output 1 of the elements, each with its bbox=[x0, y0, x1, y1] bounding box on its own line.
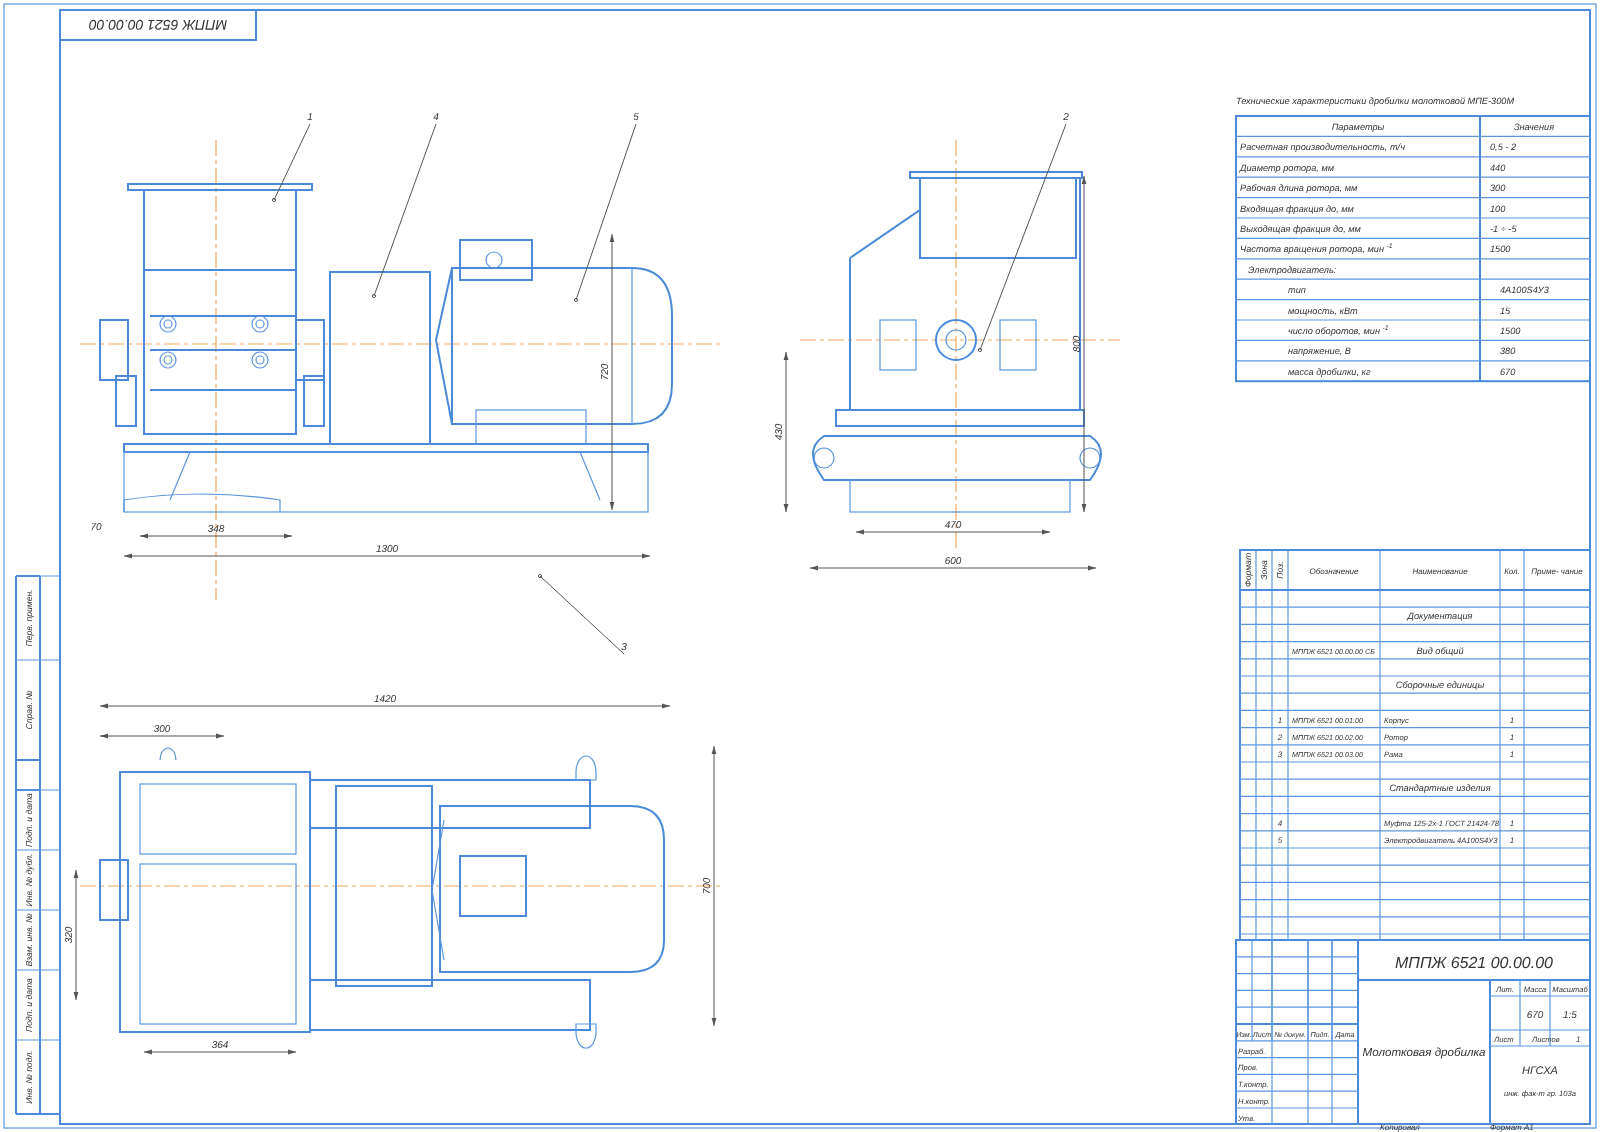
drawing-number: МППЖ 6521 00.00.00 bbox=[1395, 954, 1553, 972]
